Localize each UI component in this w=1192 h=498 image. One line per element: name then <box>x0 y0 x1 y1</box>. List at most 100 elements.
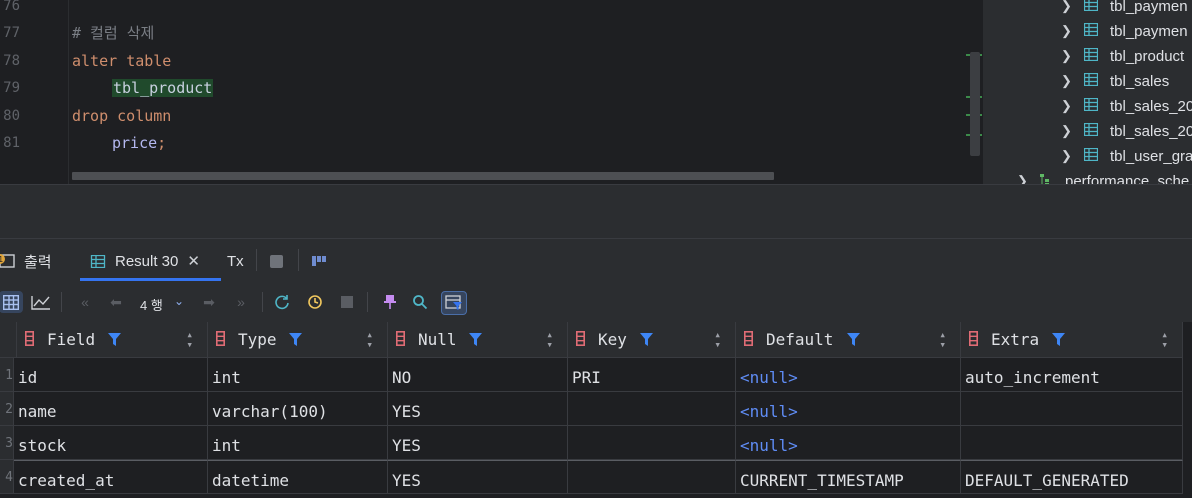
search-icon <box>413 295 428 310</box>
filter-icon[interactable] <box>640 333 653 347</box>
table-cell[interactable]: id <box>14 358 208 392</box>
row-number[interactable]: 2 <box>0 392 14 426</box>
table-cell[interactable]: <null> <box>736 426 961 460</box>
sort-icon[interactable]: ▴ ▾ <box>366 329 373 350</box>
tab-result[interactable]: Result 30 ✕ <box>90 239 200 283</box>
table-cell[interactable] <box>568 392 736 426</box>
chevron-down-icon[interactable]: ⌄ <box>174 294 184 308</box>
table-cell[interactable] <box>568 426 736 460</box>
tree-item-table[interactable]: ❯ tbl_paymen <box>983 23 1192 48</box>
chevron-right-icon[interactable]: ❯ <box>1061 148 1072 164</box>
table-cell[interactable]: varchar(100) <box>208 392 388 426</box>
table-cell[interactable]: DEFAULT_GENERATED <box>961 460 1183 494</box>
chevron-right-icon[interactable]: ❯ <box>1061 48 1072 64</box>
filter-icon[interactable] <box>108 333 121 347</box>
sort-icon[interactable]: ▴ ▾ <box>546 329 553 350</box>
table-view-icon <box>3 294 19 310</box>
table-cell[interactable]: name <box>14 392 208 426</box>
column-header-null[interactable]: Null ▴ ▾ <box>388 322 568 358</box>
filter-icon[interactable] <box>289 333 302 347</box>
table-cell[interactable]: <null> <box>736 358 961 392</box>
table-cell[interactable]: CURRENT_TIMESTAMP <box>736 460 961 494</box>
row-count[interactable]: 4 행 <box>140 295 163 314</box>
chart-view-button[interactable] <box>29 291 53 313</box>
field-name: price <box>112 134 158 152</box>
chevron-right-icon[interactable]: ❯ <box>1061 0 1072 14</box>
chevron-right-icon[interactable]: ❯ <box>1061 23 1072 39</box>
layout-button[interactable] <box>311 239 327 283</box>
vertical-scrollbar[interactable] <box>970 52 980 156</box>
tree-item-table[interactable]: ❯ tbl_sales_20 <box>983 98 1192 123</box>
column-header-key[interactable]: Key ▴ ▾ <box>568 322 736 358</box>
horizontal-scrollbar[interactable] <box>72 172 774 180</box>
tree-item-schema[interactable]: ❯ performance_sche <box>983 173 1192 184</box>
code-line-comment: # 컬럼 삭제 <box>72 24 155 42</box>
tab-tx[interactable]: Tx <box>227 239 244 283</box>
sort-icon[interactable]: ▴ ▾ <box>939 329 946 350</box>
table-icon <box>90 254 106 268</box>
search-button[interactable] <box>408 291 432 313</box>
table-cell[interactable]: created_at <box>14 460 208 494</box>
column-header-field[interactable]: Field ▴ ▾ <box>17 322 208 358</box>
row-number[interactable]: 3 <box>0 426 14 460</box>
column-header-type[interactable]: Type ▴ ▾ <box>208 322 388 358</box>
column-icon <box>216 331 225 346</box>
sort-icon[interactable]: ▴ ▾ <box>714 329 721 350</box>
table-cell[interactable]: NO <box>388 358 568 392</box>
column-header-extra[interactable]: Extra ▴ ▾ <box>961 322 1183 358</box>
tree-item-table[interactable]: ❯ tbl_paymen <box>983 0 1192 23</box>
row-number-header <box>0 322 17 358</box>
filter-icon[interactable] <box>469 333 482 347</box>
filter-icon[interactable] <box>847 333 860 347</box>
filter-icon[interactable] <box>1052 333 1065 347</box>
chevron-right-icon[interactable]: ❯ <box>1061 73 1072 89</box>
tree-item-table[interactable]: ❯ tbl_sales <box>983 73 1192 98</box>
table-cell[interactable] <box>961 392 1183 426</box>
history-button[interactable] <box>303 291 327 313</box>
table-cell[interactable]: int <box>208 358 388 392</box>
table-cell[interactable]: int <box>208 426 388 460</box>
row-number[interactable]: 4 <box>0 460 14 494</box>
first-page-button[interactable]: « <box>73 291 97 313</box>
chevron-right-icon[interactable]: ❯ <box>1061 98 1072 114</box>
table-cell[interactable]: datetime <box>208 460 388 494</box>
table-view-button[interactable] <box>0 291 23 313</box>
previous-page-button[interactable]: ⬅ <box>104 291 128 313</box>
table-cell[interactable]: auto_increment <box>961 358 1183 392</box>
table-cell[interactable]: YES <box>388 426 568 460</box>
last-page-button[interactable]: » <box>229 291 253 313</box>
pin-button[interactable] <box>378 291 402 313</box>
table-cell[interactable] <box>568 460 736 494</box>
sort-icon[interactable]: ▴ ▾ <box>1161 329 1168 350</box>
divider <box>262 292 263 312</box>
column-header-default[interactable]: Default ▴ ▾ <box>736 322 961 358</box>
table-icon <box>1084 98 1098 111</box>
table-icon <box>1084 73 1098 86</box>
sql-editor[interactable]: 76 77 78 79 80 81 # 컬럼 삭제 alter table tb… <box>0 0 982 184</box>
first-page-icon: « <box>81 294 89 310</box>
table-cell[interactable]: PRI <box>568 358 736 392</box>
cancel-query-button[interactable] <box>335 291 359 313</box>
tab-output[interactable]: 1 출력 <box>0 239 52 283</box>
stop-button[interactable] <box>270 239 283 283</box>
table-cell[interactable]: YES <box>388 392 568 426</box>
chevron-right-icon[interactable]: ❯ <box>1017 173 1028 184</box>
tree-item-table[interactable]: ❯ tbl_user_gra <box>983 148 1192 173</box>
database-tree[interactable]: ❯ tbl_paymen ❯ tbl_paymen ❯ tbl_product … <box>982 0 1192 184</box>
next-page-button[interactable]: ➡ <box>197 291 221 313</box>
tree-item-table[interactable]: ❯ tbl_sales_20 <box>983 123 1192 148</box>
table-cell[interactable]: YES <box>388 460 568 494</box>
row-number[interactable]: 1 <box>0 358 14 392</box>
tree-item-table[interactable]: ❯ tbl_product <box>983 48 1192 73</box>
column-name: Field <box>47 330 96 349</box>
table-cell[interactable]: stock <box>14 426 208 460</box>
table-cell[interactable] <box>961 426 1183 460</box>
result-grid[interactable]: Field ▴ ▾ Type ▴ ▾ Null ▴ ▾ Key ▴ ▾ Default … <box>0 322 1192 498</box>
close-icon[interactable]: ✕ <box>187 252 200 270</box>
filter-button[interactable] <box>441 291 467 315</box>
code-line-drop: drop column <box>72 106 171 126</box>
table-cell[interactable]: <null> <box>736 392 961 426</box>
chevron-right-icon[interactable]: ❯ <box>1061 123 1072 139</box>
sort-icon[interactable]: ▴ ▾ <box>186 329 193 350</box>
refresh-button[interactable] <box>270 291 294 313</box>
